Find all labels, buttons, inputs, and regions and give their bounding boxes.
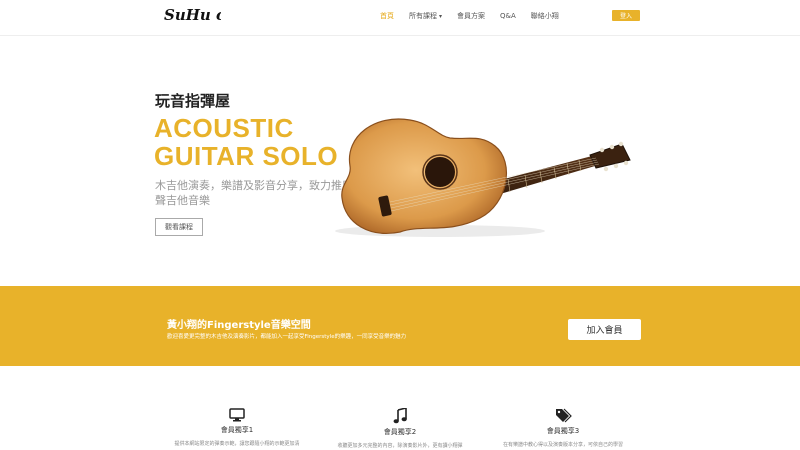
nav-qa-label: Q&A: [500, 12, 516, 20]
nav-home-label: 首頁: [380, 12, 394, 20]
nav-contact-label: 聯絡小翔: [530, 12, 559, 20]
login-button[interactable]: 登入: [612, 10, 640, 21]
feature-3: 會員獨享3 在有樂譜中教心得以及演奏版本分享，可依自己的學習: [478, 408, 648, 448]
guitar-image: [335, 118, 631, 237]
feature-1-text: 提供本網站限定的彈奏示範，讓您跟隨小翔的示範更加清: [174, 441, 300, 447]
music-note-icon: [393, 408, 407, 424]
feature-1-title: 會員獨享1: [220, 426, 254, 434]
tags-icon: [555, 408, 572, 423]
feature-2-text: 收聽更加多元完整的內容，除演奏影片外，更有讀小翔彈: [337, 443, 463, 449]
feature-3-text: 在有樂譜中教心得以及演奏版本分享，可依自己的學習: [502, 442, 623, 448]
feature-2: 會員獨享2 收聽更加多元完整的內容，除演奏影片外，更有讀小翔彈: [315, 408, 485, 449]
hero-subtitle: 玩音指彈屋: [155, 92, 231, 110]
hero-title: ACOUSTIC GUITAR SOLO: [154, 114, 338, 170]
logo[interactable]: SuHu club: [163, 3, 221, 29]
nav-membership-label: 會員方案: [457, 12, 486, 20]
hero-section: 玩音指彈屋 ACOUSTIC GUITAR SOLO 木吉他演奏，樂譜及影音分享…: [0, 36, 800, 286]
site-header: SuHu club 首頁 所有課程▾ 會員方案 Q&A 聯絡小翔 登入: [0, 0, 800, 36]
chevron-down-icon: ▾: [439, 12, 443, 20]
membership-banner: 黃小翔的Fingerstyle音樂空間 歡迎喜愛更完整的木吉他及演奏影片，都能加…: [0, 286, 800, 366]
logo-text: SuHu club: [164, 6, 221, 24]
banner-title: 黃小翔的Fingerstyle音樂空間: [167, 320, 311, 331]
monitor-icon: [229, 408, 245, 422]
nav-qa[interactable]: Q&A: [500, 12, 516, 20]
nav-contact[interactable]: 聯絡小翔: [531, 11, 559, 21]
features-section: 會員獨享1 提供本網站限定的彈奏示範，讓您跟隨小翔的示範更加清 會員獨享2 收聽…: [0, 366, 800, 450]
hero-title-line2: GUITAR SOLO: [154, 141, 339, 171]
main-nav: 首頁 所有課程 ▾ 會員方案 Q&A 聯絡小翔: [380, 11, 574, 21]
join-member-button[interactable]: 加入會員: [568, 319, 641, 340]
nav-courses[interactable]: 所有課程 ▾: [409, 11, 442, 21]
view-courses-button[interactable]: 觀看課程: [155, 218, 203, 236]
feature-2-title: 會員獨享2: [383, 428, 417, 436]
nav-home[interactable]: 首頁: [380, 11, 394, 21]
hero-title-line1: ACOUSTIC: [154, 113, 294, 143]
nav-membership[interactable]: 會員方案: [457, 11, 485, 21]
nav-courses-label: 所有課程: [409, 12, 437, 20]
feature-1: 會員獨享1 提供本網站限定的彈奏示範，讓您跟隨小翔的示範更加清: [152, 408, 322, 447]
feature-3-title: 會員獨享3: [546, 427, 580, 435]
banner-text: 歡迎喜愛更完整的木吉他及演奏影片，都能加入一起享受Fingerstyle的樂趣，…: [167, 334, 407, 340]
